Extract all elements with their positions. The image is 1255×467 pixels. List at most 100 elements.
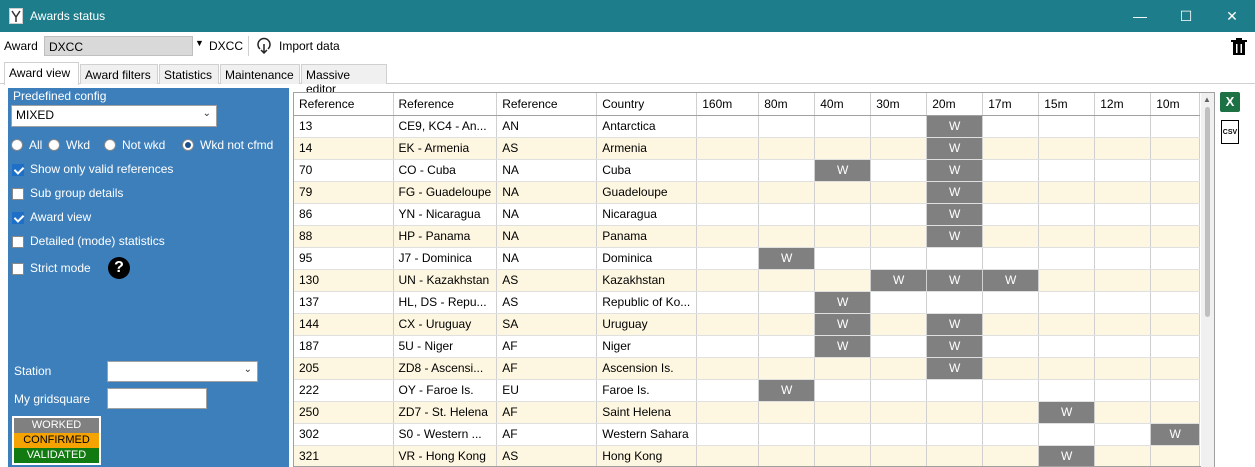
band-cell[interactable] bbox=[982, 203, 1040, 226]
band-cell[interactable] bbox=[1094, 313, 1152, 336]
band-cell[interactable] bbox=[696, 335, 760, 358]
band-cell[interactable]: W bbox=[926, 159, 984, 182]
band-cell[interactable] bbox=[1150, 269, 1201, 292]
table-row[interactable]: 250 ZD7 - St. Helena AF Saint Helena W bbox=[294, 401, 1201, 424]
band-cell[interactable] bbox=[696, 379, 760, 402]
band-cell[interactable] bbox=[982, 247, 1040, 270]
band-cell[interactable] bbox=[870, 225, 928, 248]
band-cell[interactable] bbox=[758, 225, 816, 248]
checkbox-valid-references[interactable] bbox=[12, 164, 24, 176]
band-cell[interactable] bbox=[1038, 225, 1096, 248]
band-cell[interactable] bbox=[1150, 401, 1201, 424]
band-cell[interactable]: W bbox=[870, 269, 928, 292]
band-cell[interactable]: W bbox=[926, 137, 984, 160]
table-row[interactable]: 70 CO - Cuba NA Cuba W W bbox=[294, 159, 1201, 182]
band-cell[interactable] bbox=[1038, 379, 1096, 402]
band-cell[interactable] bbox=[982, 137, 1040, 160]
scroll-up-icon[interactable]: ▲ bbox=[1203, 95, 1211, 104]
table-row[interactable]: 144 CX - Uruguay SA Uruguay W W bbox=[294, 313, 1201, 336]
band-cell[interactable] bbox=[758, 357, 816, 380]
radio-not-wkd[interactable] bbox=[104, 139, 116, 151]
award-grid[interactable]: Reference Reference Reference Country 160m 80… bbox=[293, 92, 1215, 467]
band-cell[interactable] bbox=[758, 181, 816, 204]
band-cell[interactable] bbox=[1150, 115, 1201, 138]
band-cell[interactable] bbox=[982, 225, 1040, 248]
band-cell[interactable] bbox=[1094, 225, 1152, 248]
band-cell[interactable] bbox=[696, 115, 760, 138]
band-cell[interactable] bbox=[758, 423, 816, 446]
band-cell[interactable] bbox=[870, 379, 928, 402]
band-cell[interactable] bbox=[982, 401, 1040, 424]
band-cell[interactable] bbox=[1094, 203, 1152, 226]
close-button[interactable]: ✕ bbox=[1209, 0, 1255, 32]
column-header[interactable]: 160m bbox=[696, 93, 760, 116]
band-cell[interactable]: W bbox=[926, 225, 984, 248]
band-cell[interactable]: W bbox=[926, 269, 984, 292]
checkbox-detailed-stats[interactable] bbox=[12, 236, 24, 248]
band-cell[interactable] bbox=[1038, 313, 1096, 336]
band-cell[interactable] bbox=[870, 247, 928, 270]
band-cell[interactable] bbox=[1150, 137, 1201, 160]
checkbox-award-view[interactable] bbox=[12, 212, 24, 224]
band-cell[interactable] bbox=[758, 269, 816, 292]
band-cell[interactable]: W bbox=[982, 269, 1040, 292]
band-cell[interactable] bbox=[696, 445, 760, 466]
band-cell[interactable] bbox=[1094, 379, 1152, 402]
band-cell[interactable] bbox=[1038, 203, 1096, 226]
table-row[interactable]: 137 HL, DS - Repu... AS Republic of Ko... W bbox=[294, 291, 1201, 314]
band-cell[interactable] bbox=[870, 181, 928, 204]
band-cell[interactable] bbox=[696, 203, 760, 226]
band-cell[interactable] bbox=[758, 335, 816, 358]
band-cell[interactable] bbox=[1150, 335, 1201, 358]
band-cell[interactable] bbox=[1150, 225, 1201, 248]
band-cell[interactable] bbox=[696, 181, 760, 204]
band-cell[interactable] bbox=[870, 203, 928, 226]
tab-award-filters[interactable]: Award filters bbox=[80, 64, 158, 84]
band-cell[interactable] bbox=[870, 115, 928, 138]
band-cell[interactable] bbox=[870, 137, 928, 160]
band-cell[interactable] bbox=[1038, 291, 1096, 314]
band-cell[interactable] bbox=[1094, 445, 1152, 466]
checkbox-sub-group[interactable] bbox=[12, 188, 24, 200]
band-cell[interactable] bbox=[926, 291, 984, 314]
band-cell[interactable] bbox=[814, 181, 872, 204]
band-cell[interactable] bbox=[1094, 401, 1152, 424]
band-cell[interactable] bbox=[1094, 159, 1152, 182]
table-row[interactable]: 222 OY - Faroe Is. EU Faroe Is. W bbox=[294, 379, 1201, 402]
chevron-down-icon[interactable]: ▼ bbox=[195, 38, 204, 48]
band-cell[interactable] bbox=[1094, 423, 1152, 446]
grid-scrollbar[interactable]: ▲ bbox=[1201, 93, 1214, 467]
band-cell[interactable] bbox=[1038, 269, 1096, 292]
band-cell[interactable] bbox=[1094, 247, 1152, 270]
band-cell[interactable] bbox=[1094, 115, 1152, 138]
band-cell[interactable] bbox=[982, 379, 1040, 402]
column-header[interactable]: 30m bbox=[870, 93, 928, 116]
band-cell[interactable] bbox=[1150, 159, 1201, 182]
table-row[interactable]: 79 FG - Guadeloupe NA Guadeloupe W bbox=[294, 181, 1201, 204]
band-cell[interactable]: W bbox=[1038, 401, 1096, 424]
band-cell[interactable] bbox=[870, 445, 928, 466]
band-cell[interactable] bbox=[926, 401, 984, 424]
band-cell[interactable] bbox=[870, 313, 928, 336]
column-header[interactable]: 80m bbox=[758, 93, 816, 116]
column-header[interactable]: 10m bbox=[1150, 93, 1201, 116]
scrollbar-thumb[interactable] bbox=[1205, 107, 1210, 317]
band-cell[interactable] bbox=[1038, 159, 1096, 182]
band-cell[interactable] bbox=[696, 269, 760, 292]
band-cell[interactable] bbox=[870, 423, 928, 446]
band-cell[interactable]: W bbox=[926, 203, 984, 226]
band-cell[interactable] bbox=[758, 401, 816, 424]
radio-wkd[interactable] bbox=[48, 139, 60, 151]
table-row[interactable]: 302 S0 - Western ... AF Western Sahara W bbox=[294, 423, 1201, 446]
band-cell[interactable] bbox=[696, 423, 760, 446]
band-cell[interactable] bbox=[926, 445, 984, 466]
predefined-config-select[interactable]: MIXED ⌄ bbox=[11, 105, 217, 127]
band-cell[interactable]: W bbox=[926, 181, 984, 204]
band-cell[interactable] bbox=[1094, 137, 1152, 160]
column-header[interactable]: Reference bbox=[393, 93, 498, 116]
band-cell[interactable] bbox=[1150, 445, 1201, 466]
band-cell[interactable] bbox=[814, 247, 872, 270]
band-cell[interactable] bbox=[1150, 181, 1201, 204]
band-cell[interactable] bbox=[1150, 313, 1201, 336]
band-cell[interactable] bbox=[1150, 203, 1201, 226]
